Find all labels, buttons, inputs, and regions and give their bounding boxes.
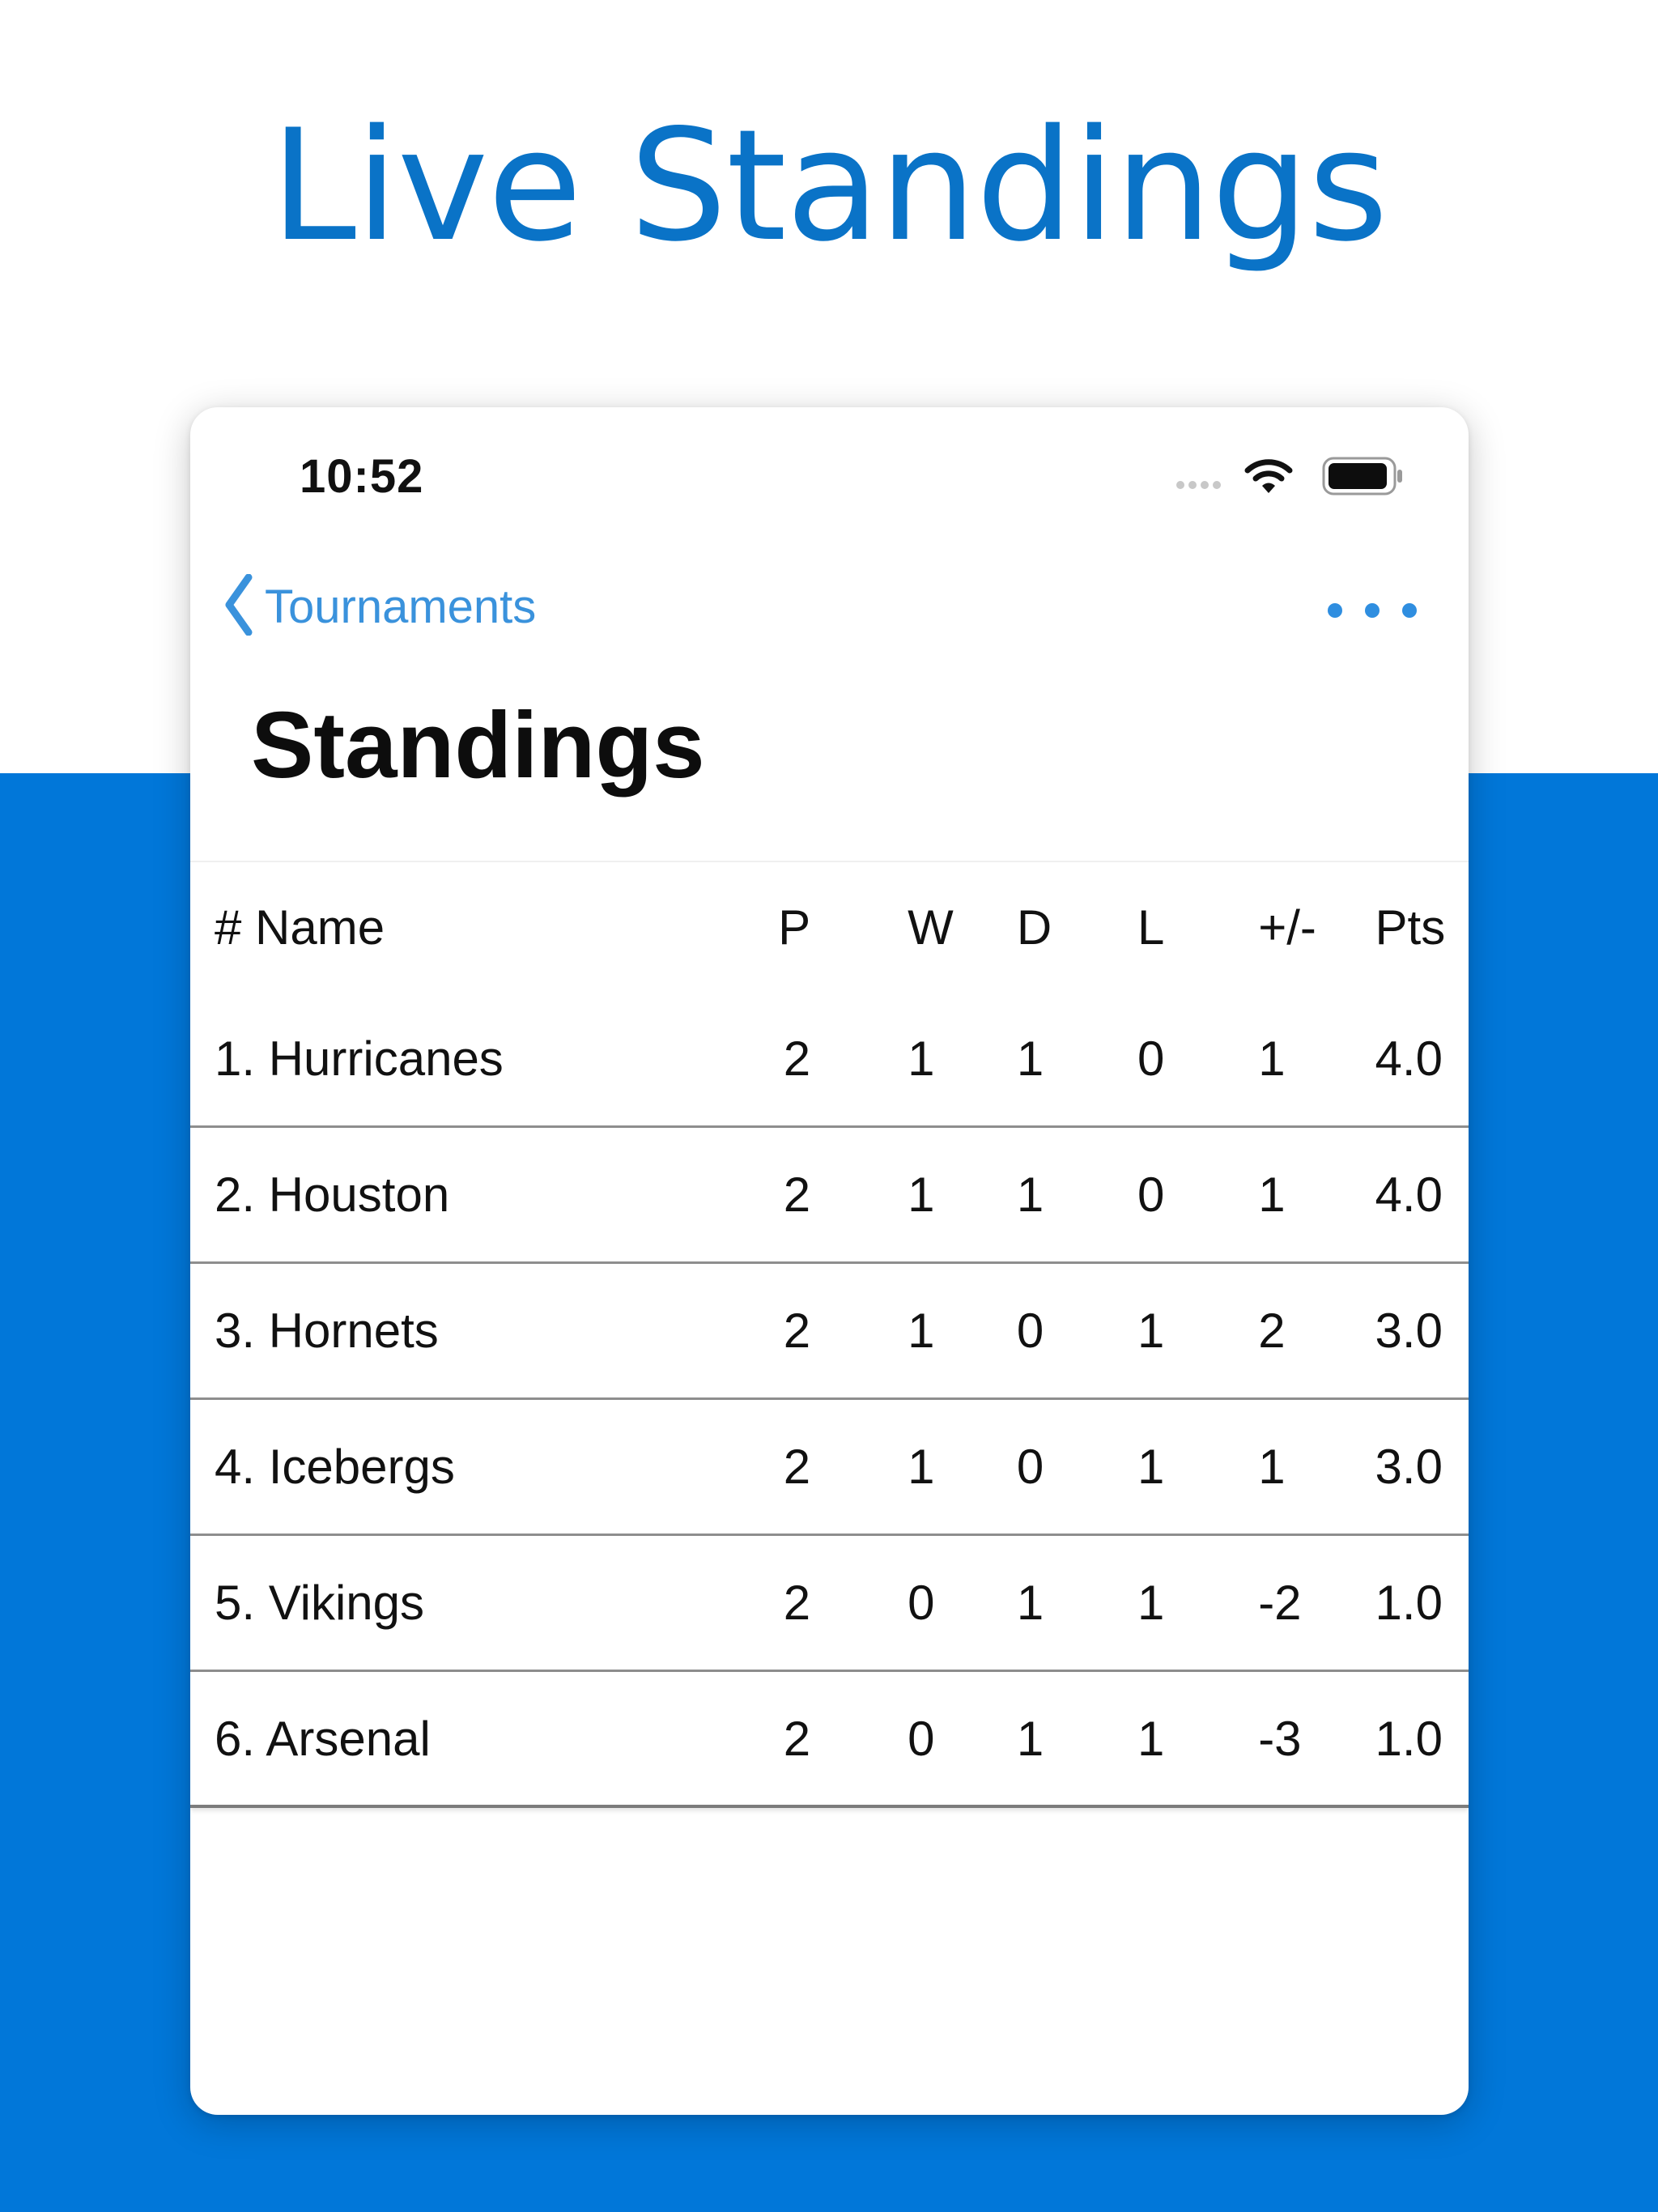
goal-difference-cell: -3 [1258,1711,1302,1766]
header-points: Pts [1375,900,1446,955]
team-name: 4. Icebergs [215,1440,455,1494]
points-cell: 3.0 [1375,1304,1443,1358]
draws-cell: 1 [1016,1711,1044,1766]
phone-screen: 10:52 Tournaments Standings # Name P W D… [190,407,1469,2115]
draws-cell: 0 [1016,1440,1044,1494]
draws-cell: 1 [1016,1168,1044,1222]
wins-cell: 1 [908,1304,935,1358]
played-cell: 2 [783,1440,811,1494]
points-cell: 1.0 [1375,1711,1443,1766]
team-name: 3. Hornets [215,1304,439,1358]
points-cell: 4.0 [1375,1168,1443,1222]
draws-cell: 1 [1016,1032,1044,1086]
goal-difference-cell: 2 [1258,1304,1286,1358]
table-row[interactable]: 4. Icebergs 2 1 0 1 1 3.0 [190,1400,1469,1536]
losses-cell: 1 [1137,1440,1165,1494]
played-cell: 2 [783,1576,811,1630]
header-losses: L [1137,900,1165,955]
team-name: 6. Arsenal [215,1711,431,1766]
back-button[interactable]: Tournaments [223,573,537,640]
wifi-icon [1244,456,1293,500]
goal-difference-cell: 1 [1258,1440,1286,1494]
losses-cell: 1 [1137,1711,1165,1766]
played-cell: 2 [783,1168,811,1222]
goal-difference-cell: 1 [1258,1168,1286,1222]
signal-icon [1176,479,1225,493]
wins-cell: 1 [908,1032,935,1086]
wins-cell: 0 [908,1576,935,1630]
goal-difference-cell: 1 [1258,1032,1286,1086]
page-title: Standings [251,692,705,798]
back-button-label: Tournaments [265,580,537,633]
chevron-left-icon [223,573,255,640]
losses-cell: 0 [1137,1032,1165,1086]
wins-cell: 0 [908,1711,935,1766]
table-row[interactable]: 5. Vikings 2 0 1 1 -2 1.0 [190,1536,1469,1672]
draws-cell: 0 [1016,1304,1044,1358]
table-row[interactable]: 1. Hurricanes 2 1 1 0 1 4.0 [190,992,1469,1128]
wins-cell: 1 [908,1440,935,1494]
header-goal-difference: +/- [1258,900,1316,955]
played-cell: 2 [783,1032,811,1086]
team-name: 5. Vikings [215,1576,425,1630]
battery-icon [1322,456,1405,500]
points-cell: 3.0 [1375,1440,1443,1494]
table-row[interactable]: 3. Hornets 2 1 0 1 2 3.0 [190,1264,1469,1400]
table-row[interactable]: 6. Arsenal 2 0 1 1 -3 1.0 [190,1672,1469,1808]
standings-table: # Name P W D L +/- Pts 1. Hurricanes 2 1… [190,861,1469,1808]
losses-cell: 0 [1137,1168,1165,1222]
hero-title: Live Standings [270,96,1388,275]
played-cell: 2 [783,1711,811,1766]
table-row[interactable]: 2. Houston 2 1 1 0 1 4.0 [190,1128,1469,1264]
played-cell: 2 [783,1304,811,1358]
header-wins: W [908,900,954,955]
wins-cell: 1 [908,1168,935,1222]
header-played: P [778,900,811,955]
points-cell: 4.0 [1375,1032,1443,1086]
status-time: 10:52 [300,450,424,503]
losses-cell: 1 [1137,1576,1165,1630]
points-cell: 1.0 [1375,1576,1443,1630]
team-name: 2. Houston [215,1168,450,1222]
header-name: # Name [215,900,385,955]
team-name: 1. Hurricanes [215,1032,504,1086]
header-draws: D [1016,900,1052,955]
draws-cell: 1 [1016,1576,1044,1630]
goal-difference-cell: -2 [1258,1576,1302,1630]
more-options-button[interactable] [1328,598,1417,623]
losses-cell: 1 [1137,1304,1165,1358]
ellipsis-icon [1328,603,1342,618]
table-header-row: # Name P W D L +/- Pts [190,862,1469,992]
